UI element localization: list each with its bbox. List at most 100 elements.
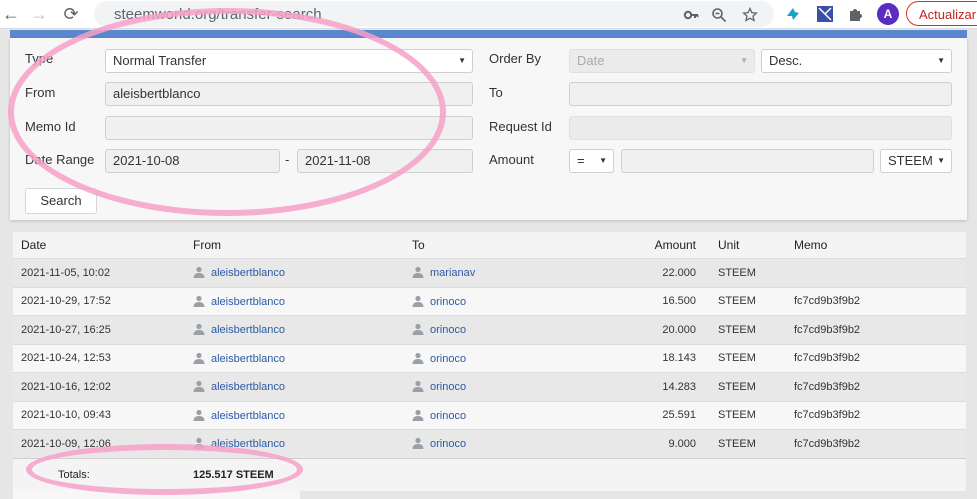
date-from-value: 2021-10-08: [113, 153, 180, 168]
accent-bar: [10, 30, 967, 38]
table-row: 2021-10-16, 12:02 aleisbertblanco orinoco 1…: [13, 372, 966, 401]
date-separator: -: [285, 152, 290, 167]
memo-id-label: Memo Id: [25, 119, 76, 134]
totals-value: 125.517 STEEM: [185, 457, 404, 491]
extension-icon[interactable]: [782, 3, 804, 25]
row-from-cell: aleisbertblanco: [185, 343, 404, 373]
order-direction-value: Desc.: [769, 53, 803, 68]
row-unit: STEEM: [710, 429, 786, 458]
request-id-input[interactable]: [569, 116, 952, 140]
amount-operator-select[interactable]: = ▼: [569, 149, 614, 173]
bookmark-star-icon[interactable]: [739, 4, 761, 26]
row-memo: fc7cd9b3f9b2: [786, 429, 966, 458]
table-row: 2021-10-27, 16:25 aleisbertblanco orinoco 2…: [13, 315, 966, 344]
row-to-link[interactable]: orinoco: [430, 381, 466, 393]
order-by-select[interactable]: Date ▼: [569, 49, 755, 73]
row-memo: fc7cd9b3f9b2: [786, 400, 966, 430]
row-amount: 9.000: [604, 429, 710, 458]
request-id-label: Request Id: [489, 119, 552, 134]
extension-icon[interactable]: [814, 3, 836, 25]
from-input[interactable]: aleisbertblanco: [105, 82, 473, 106]
row-from-cell: aleisbertblanco: [185, 315, 404, 344]
type-select[interactable]: Normal Transfer ▼: [105, 49, 473, 73]
row-amount: 16.500: [604, 286, 710, 316]
row-to-cell: orinoco: [404, 429, 604, 458]
key-icon[interactable]: [680, 4, 702, 26]
empty-cell: [710, 457, 786, 491]
row-to-cell: orinoco: [404, 343, 604, 373]
row-to-cell: marianav: [404, 258, 604, 287]
user-icon: [193, 324, 211, 336]
search-button[interactable]: Search: [25, 188, 97, 214]
type-select-value: Normal Transfer: [113, 53, 207, 68]
table-row: 2021-10-09, 12:06 aleisbertblanco orinoco 9…: [13, 429, 966, 458]
date-from-input[interactable]: 2021-10-08: [105, 149, 280, 173]
currency-select[interactable]: STEEM ▼: [880, 149, 952, 173]
row-from-link[interactable]: aleisbertblanco: [211, 438, 285, 450]
zoom-icon[interactable]: [708, 4, 730, 26]
column-header-memo[interactable]: Memo: [786, 232, 966, 259]
row-to-link[interactable]: orinoco: [430, 353, 466, 365]
table-row: 2021-10-29, 17:52 aleisbertblanco orinoco 1…: [13, 286, 966, 316]
from-input-value: aleisbertblanco: [113, 86, 201, 101]
column-header-unit[interactable]: Unit: [710, 232, 786, 259]
to-label: To: [489, 85, 503, 100]
reload-icon[interactable]: ⟳: [60, 3, 82, 25]
user-icon: [412, 295, 430, 308]
row-date: 2021-10-27, 16:25: [13, 315, 185, 344]
address-bar[interactable]: steemworld.org/transfer-search: [94, 1, 774, 27]
row-from-link[interactable]: aleisbertblanco: [211, 296, 285, 308]
row-amount: 22.000: [604, 258, 710, 287]
to-input[interactable]: [569, 82, 952, 106]
row-date: 2021-10-24, 12:53: [13, 343, 185, 373]
column-header-amount[interactable]: Amount: [604, 232, 710, 259]
row-to-cell: orinoco: [404, 315, 604, 344]
order-by-value: Date: [577, 53, 605, 68]
chevron-down-icon: ▼: [458, 56, 466, 65]
row-from-cell: aleisbertblanco: [185, 258, 404, 287]
back-icon[interactable]: ←: [0, 3, 22, 25]
row-date: 2021-10-10, 09:43: [13, 400, 185, 430]
from-label: From: [25, 85, 56, 100]
update-button[interactable]: Actualizar: [906, 1, 977, 26]
row-memo: fc7cd9b3f9b2: [786, 286, 966, 316]
row-amount: 14.283: [604, 372, 710, 401]
memo-id-input[interactable]: [105, 116, 473, 140]
search-form: Type Normal Transfer ▼ From aleisbertbla…: [10, 38, 967, 220]
row-unit: STEEM: [710, 315, 786, 344]
order-direction-select[interactable]: Desc. ▼: [761, 49, 952, 73]
browser-toolbar: ← → ⟳ steemworld.org/transfer-search A A…: [0, 0, 977, 29]
date-to-input[interactable]: 2021-11-08: [297, 149, 473, 173]
row-to-link[interactable]: orinoco: [430, 324, 466, 336]
chevron-down-icon: ▼: [937, 156, 945, 165]
amount-operator-value: =: [577, 153, 585, 168]
row-from-link[interactable]: aleisbertblanco: [211, 381, 285, 393]
row-to-link[interactable]: orinoco: [430, 410, 466, 422]
row-to-link[interactable]: orinoco: [430, 438, 466, 450]
table-header-row: Date From To Amount Unit Memo: [13, 232, 966, 259]
row-from-cell: aleisbertblanco: [185, 286, 404, 316]
user-icon: [412, 409, 430, 422]
forward-icon[interactable]: →: [28, 3, 50, 25]
puzzle-icon[interactable]: [845, 3, 867, 25]
date-to-value: 2021-11-08: [305, 153, 371, 168]
avatar[interactable]: A: [877, 3, 899, 25]
user-icon: [193, 381, 211, 393]
row-to-link[interactable]: marianav: [430, 267, 475, 279]
row-amount: 25.591: [604, 400, 710, 430]
row-from-link[interactable]: aleisbertblanco: [211, 267, 285, 279]
column-header-to[interactable]: To: [404, 232, 604, 259]
row-from-link[interactable]: aleisbertblanco: [211, 324, 285, 336]
amount-input[interactable]: [621, 149, 874, 173]
chevron-down-icon: ▼: [740, 56, 748, 65]
chevron-down-icon: ▼: [599, 156, 607, 165]
row-to-link[interactable]: orinoco: [430, 296, 466, 308]
column-header-from[interactable]: From: [185, 232, 404, 259]
empty-cell: [786, 457, 966, 491]
empty-cell: [604, 457, 710, 491]
row-memo: fc7cd9b3f9b2: [786, 315, 966, 344]
row-date: 2021-10-16, 12:02: [13, 372, 185, 401]
row-from-link[interactable]: aleisbertblanco: [211, 410, 285, 422]
column-header-date[interactable]: Date: [13, 232, 185, 259]
row-from-link[interactable]: aleisbertblanco: [211, 353, 285, 365]
